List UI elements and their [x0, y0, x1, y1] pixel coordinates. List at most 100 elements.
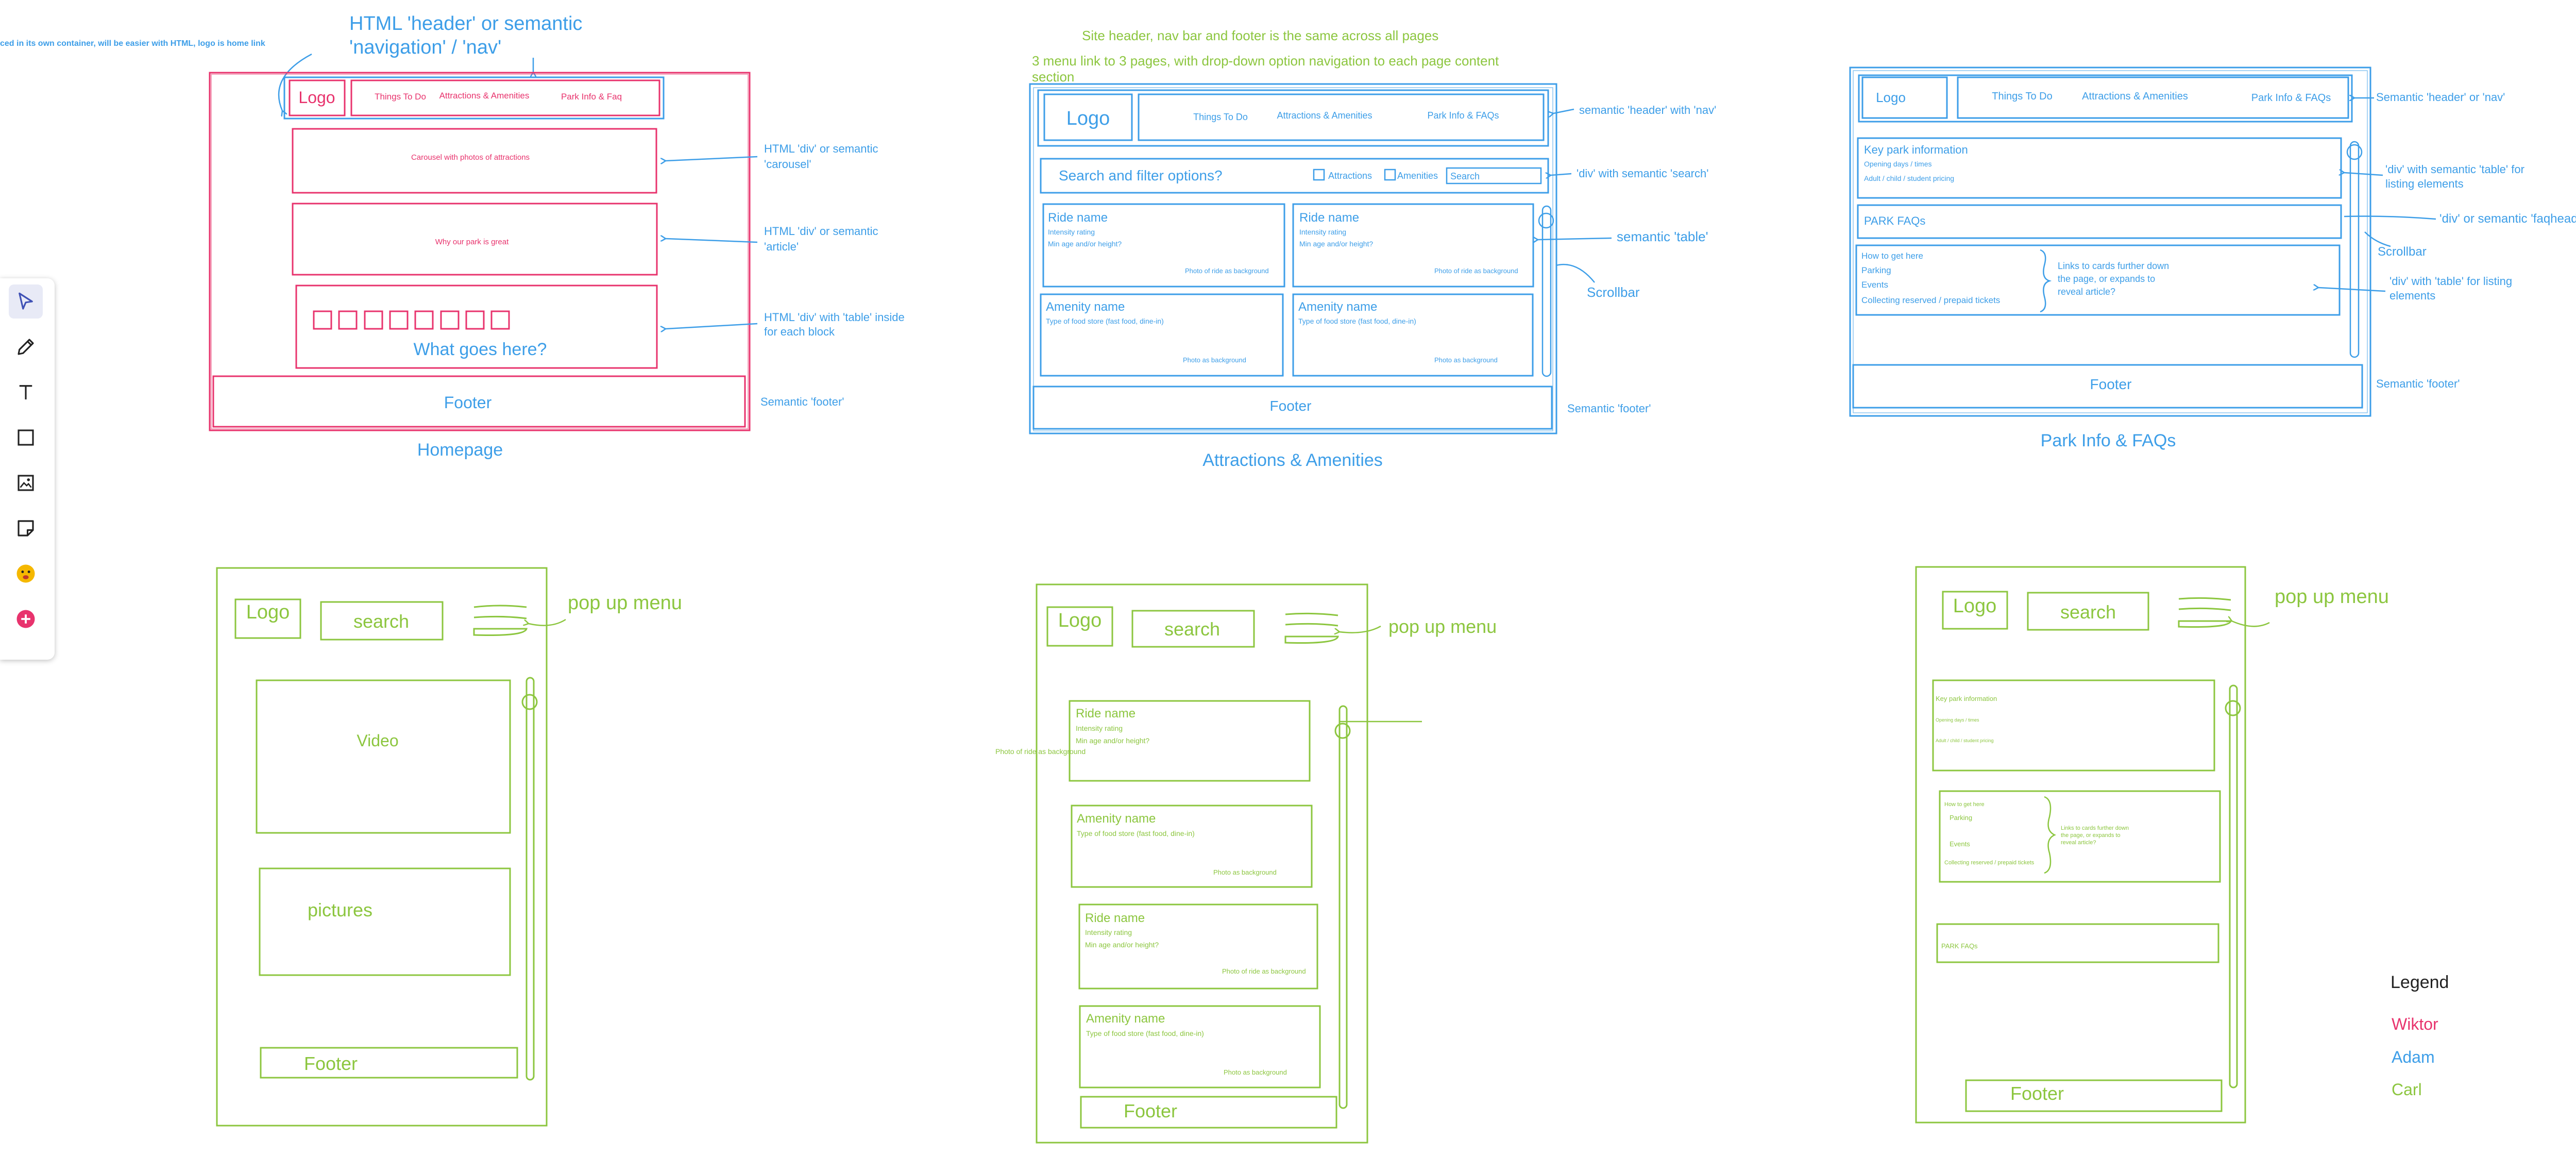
m-ride-card-2-age: Min age and/or height? [1085, 941, 1159, 949]
mobile-info-links-note-2: the page, or expands to [2061, 832, 2121, 839]
m-amenity-card-2-photo: Photo as background [1224, 1068, 1287, 1076]
mobile-home-pictures [259, 867, 511, 976]
mobile-attr-side-note: Photo of ride as background [995, 747, 1086, 756]
parkinfo-links-note-1: Links to cards further down [2058, 261, 2169, 271]
whiteboard-canvas: ced in its own container, will be easier… [0, 13, 2576, 1144]
parkinfo-frame [1849, 66, 2371, 417]
m-ride-card-1-rating: Intensity rating [1076, 724, 1123, 732]
mobile-home-video-text: Video [357, 731, 398, 750]
parkinfo-faq-label: PARK FAQs [1864, 214, 1925, 227]
parkinfo-nav-item-1: Things To Do [1992, 91, 2052, 102]
legend-item-adam: Adam [2392, 1048, 2435, 1066]
mobile-home-footer [260, 1047, 518, 1079]
attractions-logo: Logo [1066, 108, 1110, 129]
amenity-card-2-name: Amenity name [1298, 300, 1377, 314]
attractions-filter-checkbox-2 [1384, 169, 1396, 181]
mobile-info-brace [2044, 796, 2057, 874]
ride-card-1-age: Min age and/or height? [1048, 240, 1122, 248]
homepage-wireframe: Logo Things To Do Attractions & Amenitie… [209, 72, 905, 460]
m-amenity-card-2-name: Amenity name [1086, 1012, 1165, 1026]
mobile-attr-scrollbar [1338, 705, 1348, 1109]
mobile-info-links-note-3: reveal article? [2061, 840, 2096, 846]
attractions-nav-item-2: Attractions & Amenities [1277, 110, 1372, 121]
attractions-filter-2: Amenities [1397, 171, 1438, 181]
homepage-block-squares [313, 310, 510, 330]
mobile-info-key-info [1932, 679, 2215, 772]
mobile-home-video [256, 679, 511, 834]
parkinfo-key-line-1: Opening days / times [1864, 160, 1932, 168]
amenity-card-2-type: Type of food store (fast food, dine-in) [1298, 317, 1416, 325]
parkinfo-links-note-3: reveal article? [2058, 287, 2115, 297]
mobile-home-scrollbar [526, 677, 535, 1081]
mobile-info-footer [1965, 1079, 2223, 1112]
parkinfo-link-1: How to get here [1861, 251, 1923, 261]
mobile-home-wireframe [216, 567, 566, 1127]
parkinfo-links-note-2: the page, or expands to [2058, 274, 2155, 284]
attractions-ann-table: semantic 'table' [1617, 229, 1708, 244]
mobile-home-search: search [353, 611, 409, 632]
mobile-info-logo: Logo [1953, 595, 1997, 617]
mobile-attr-footer-text: Footer [1124, 1100, 1177, 1121]
homepage-block-question: What goes here? [414, 340, 547, 359]
mobile-info-links-note-1: Links to cards further down [2061, 825, 2129, 831]
mobile-home-popup: pop up menu [568, 592, 682, 614]
parkinfo-ann-table1-2: listing elements [2385, 177, 2464, 190]
ride-card-1-name: Ride name [1048, 211, 1108, 225]
homepage-nav-item-1: Things To Do [375, 92, 426, 102]
parkinfo-ann-faq: 'div' or semantic 'faqheader' [2439, 212, 2576, 226]
attractions-title: Attractions & Amenities [1202, 450, 1383, 470]
container-note: ced in its own container, will be easier… [0, 39, 265, 48]
amenity-card-2-photo: Photo as background [1434, 356, 1498, 364]
mobile-attr-popup: pop up menu [1388, 616, 1497, 637]
mobile-home-scroll-thumb [521, 694, 538, 710]
parkinfo-key-line-2: Adult / child / student pricing [1864, 174, 1954, 182]
mobile-info-faq-label: PARK FAQs [1941, 942, 1978, 950]
parkinfo-nav-item-2: Attractions & Amenities [2082, 91, 2188, 102]
parkinfo-brace [2040, 249, 2052, 313]
mobile-info-key-line-1: Opening days / times [1936, 717, 1979, 723]
mobile-info-menu-icon [2178, 597, 2232, 628]
mobile-info-faq [1936, 923, 2219, 963]
attractions-ann-scrollbar: Scrollbar [1587, 284, 1640, 300]
homepage-nav-item-3: Park Info & Faq [561, 92, 622, 102]
homepage-ann-article-2: 'article' [764, 240, 799, 253]
mobile-home-logo: Logo [246, 601, 290, 623]
ride-card-2-age: Min age and/or height? [1299, 240, 1373, 248]
parkinfo-footer-text: Footer [2090, 376, 2132, 392]
mobile-attr-frame [1036, 583, 1368, 1144]
legend: Legend Wiktor Adam Carl [2391, 973, 2449, 1099]
amenity-card-1-photo: Photo as background [1183, 356, 1246, 364]
m-amenity-card-1-photo: Photo as background [1213, 868, 1277, 876]
amenity-card-1-name: Amenity name [1046, 300, 1125, 314]
ride-card-2-name: Ride name [1299, 211, 1359, 225]
mobile-info-scrollbar [2229, 684, 2238, 1089]
mobile-info-link-2: Parking [1950, 814, 1972, 822]
mobile-attr-menu-icon [1284, 612, 1339, 644]
mobile-home-footer-text: Footer [304, 1053, 358, 1074]
m-amenity-card-1-type: Type of food store (fast food, dine-in) [1077, 829, 1195, 838]
mobile-info-footer-text: Footer [2010, 1083, 2064, 1104]
homepage-ann-article-1: HTML 'div' or semantic [764, 225, 878, 238]
m-amenity-card-1-name: Amenity name [1077, 812, 1156, 826]
homepage-logo: Logo [298, 88, 335, 107]
parkinfo-key-title: Key park information [1864, 143, 1968, 156]
parkinfo-link-4: Collecting reserved / prepaid tickets [1861, 295, 2000, 305]
menu-note-line2: section [1032, 69, 1074, 85]
mobile-attr-scroll-thumb [1334, 723, 1351, 739]
attractions-search-placeholder: Search [1450, 171, 1480, 181]
ride-card-1-photo: Photo of ride as background [1185, 267, 1269, 275]
menu-note-line1: 3 menu link to 3 pages, with drop-down o… [1032, 53, 1499, 69]
parkinfo-wireframe [1849, 66, 2371, 417]
homepage-footer-text: Footer [444, 393, 492, 412]
attractions-filter-1: Attractions [1328, 171, 1372, 181]
parkinfo-ann-header: Semantic 'header' or 'nav' [2376, 91, 2505, 104]
attractions-nav-item-1: Things To Do [1193, 112, 1248, 122]
header-note-line2: 'navigation' / 'nav' [349, 37, 501, 58]
mobile-info-key-line-2: Adult / child / student pricing [1936, 738, 1994, 743]
mobile-info-link-4: Collecting reserved / prepaid tickets [1944, 860, 2035, 866]
legend-item-wiktor: Wiktor [2392, 1015, 2438, 1033]
mobile-info-link-1: How to get here [1944, 801, 1985, 808]
attractions-wireframe [1029, 83, 1557, 434]
parkinfo-logo: Logo [1876, 90, 1906, 105]
header-note-line1: HTML 'header' or semantic [349, 13, 582, 35]
